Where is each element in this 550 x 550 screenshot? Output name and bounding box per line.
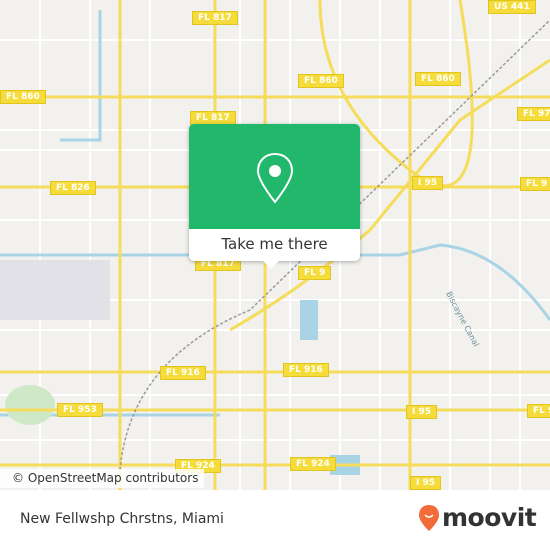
location-pin-icon bbox=[256, 152, 294, 204]
attribution[interactable]: © OpenStreetMap contributors bbox=[0, 469, 205, 488]
road-shield: FL 826 bbox=[50, 181, 96, 195]
road-shield: FL 860 bbox=[298, 74, 344, 88]
road-shield: FL 9 bbox=[527, 404, 550, 418]
road-shield: FL 9 bbox=[298, 266, 332, 280]
road-shield: FL 860 bbox=[415, 72, 461, 86]
moovit-logo: moovit bbox=[418, 503, 537, 532]
road-shield: FL 916 bbox=[283, 363, 329, 377]
road-shield: I 95 bbox=[406, 405, 438, 419]
road-shield: I 95 bbox=[410, 476, 442, 490]
take-me-there-button[interactable]: Take me there bbox=[189, 229, 360, 261]
road-shield: FL 953 bbox=[57, 403, 103, 417]
location-popup: Take me there bbox=[189, 124, 360, 261]
road-shield: FL 817 bbox=[192, 11, 238, 25]
road-shield: FL 9 bbox=[520, 177, 550, 191]
moovit-pin-icon bbox=[419, 504, 439, 531]
place-name: New Fellwshp Chrstns, Miami bbox=[20, 511, 224, 527]
road-shield: FL 817 bbox=[190, 111, 236, 125]
road-shield: FL 97 bbox=[517, 107, 550, 121]
brand-name: moovit bbox=[442, 503, 537, 532]
road-shield: I 95 bbox=[412, 176, 444, 190]
road-shield: FL 924 bbox=[290, 457, 336, 471]
popup-tail bbox=[262, 260, 280, 269]
road-shield: US 441 bbox=[488, 0, 536, 14]
road-shield: FL 916 bbox=[160, 366, 206, 380]
road-shield: FL 860 bbox=[0, 90, 46, 104]
